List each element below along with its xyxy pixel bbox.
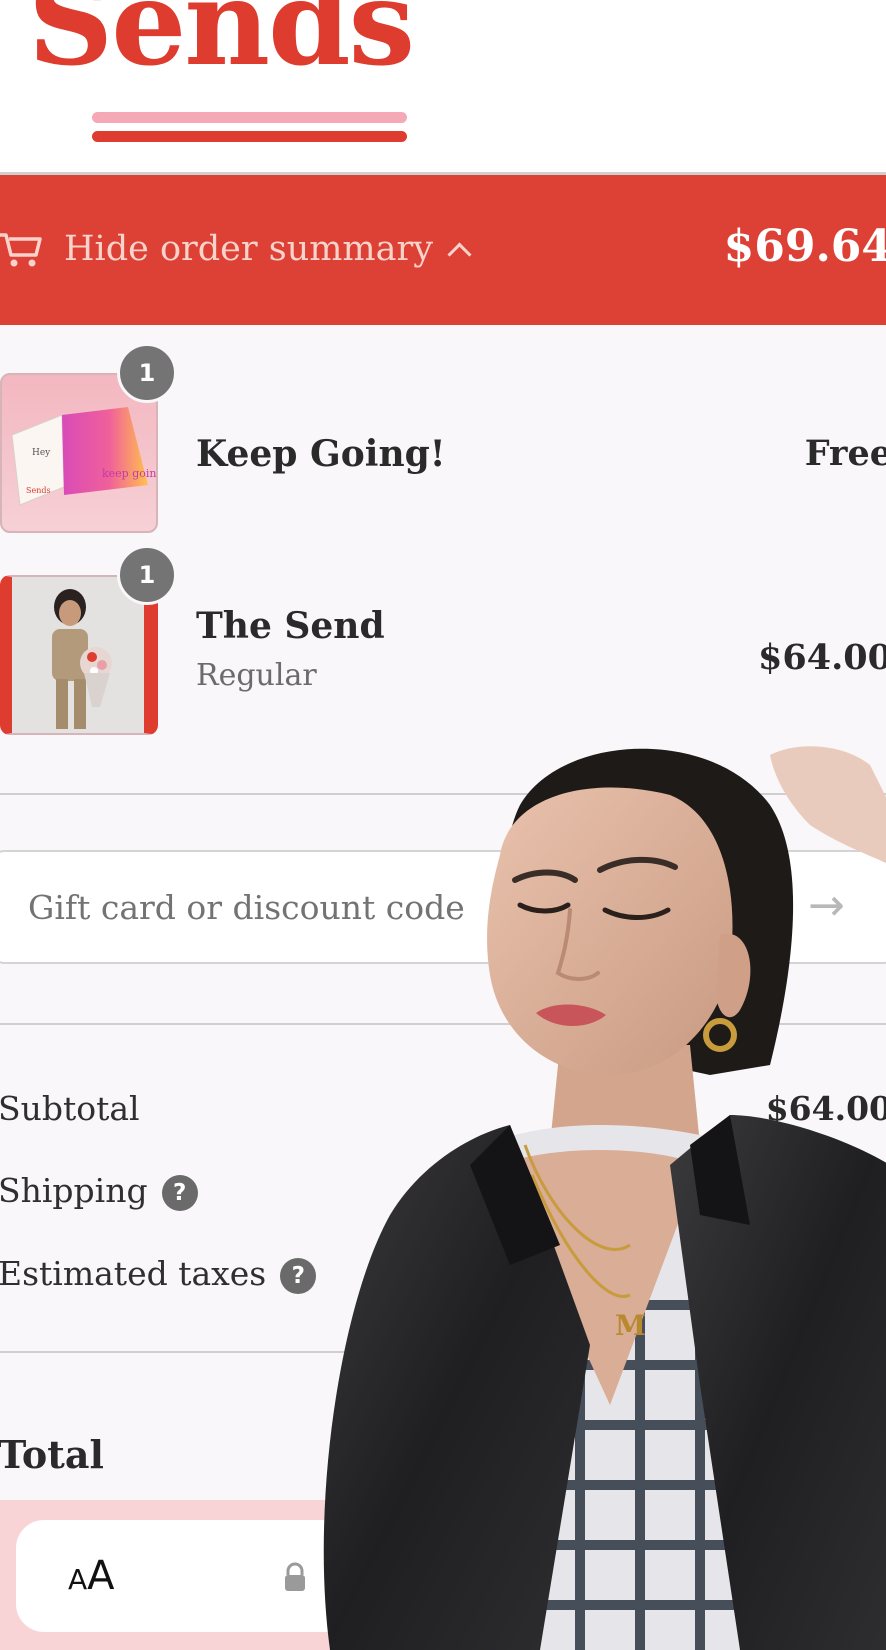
hide-order-summary-toggle[interactable]: Hide order summary [64,227,472,271]
browser-bottom-bar: AA [0,1500,886,1650]
item-price: Free [804,433,886,474]
taxes-row: Estimated taxes? [0,1254,317,1294]
store-logo[interactable]: Sends [28,0,415,92]
shipping-row: Shipping? [0,1171,198,1211]
divider [0,793,886,795]
text-size-button[interactable]: AA [68,1550,115,1610]
subtotal-value: $64.00 [765,1089,886,1128]
text-size-small-glyph: A [68,1563,88,1596]
arrow-right-icon[interactable]: → [808,881,858,931]
divider [0,1351,886,1353]
chevron-up-icon [447,242,472,267]
chevron-left-icon[interactable]: ‹ [44,70,62,114]
store-header: Sends ‹ [0,0,886,175]
lock-icon [285,1562,305,1591]
order-summary: keep going Hey Sends 1 Keep Going! Free … [0,325,886,1650]
total-label: Total [0,1432,104,1477]
summary-toggle-label: Hide order summary [64,229,433,269]
svg-text:keep going: keep going [102,467,158,480]
quantity-badge: 1 [117,343,177,403]
item-price: $64.00 [758,637,886,678]
logo-stripe-red [92,131,407,142]
svg-text:Hey: Hey [32,448,51,458]
quantity-badge: 1 [117,545,177,605]
help-icon[interactable]: ? [280,1258,317,1294]
logo-text: Sends [28,0,415,92]
subtotal-label: Subtotal [0,1089,140,1128]
order-summary-bar[interactable]: Hide order summary $69.64 [0,175,886,325]
discount-code-input[interactable] [0,850,886,964]
item-name: Keep Going! [196,433,446,475]
cart-icon [0,233,42,267]
svg-text:Sends: Sends [26,486,51,495]
person-with-flowers-illustration [12,577,144,733]
address-bar[interactable]: AA [16,1520,886,1632]
shipping-label: Shipping [0,1171,148,1210]
logo-stripe-pink [92,112,407,123]
text-size-large-glyph: A [87,1553,115,1599]
item-name: The Send [196,605,385,647]
help-icon[interactable]: ? [161,1175,198,1211]
item-variant: Regular [196,658,317,693]
estimated-taxes-label: Estimated taxes [0,1254,267,1293]
summary-total: $69.64 [723,221,886,272]
divider [0,1023,886,1025]
